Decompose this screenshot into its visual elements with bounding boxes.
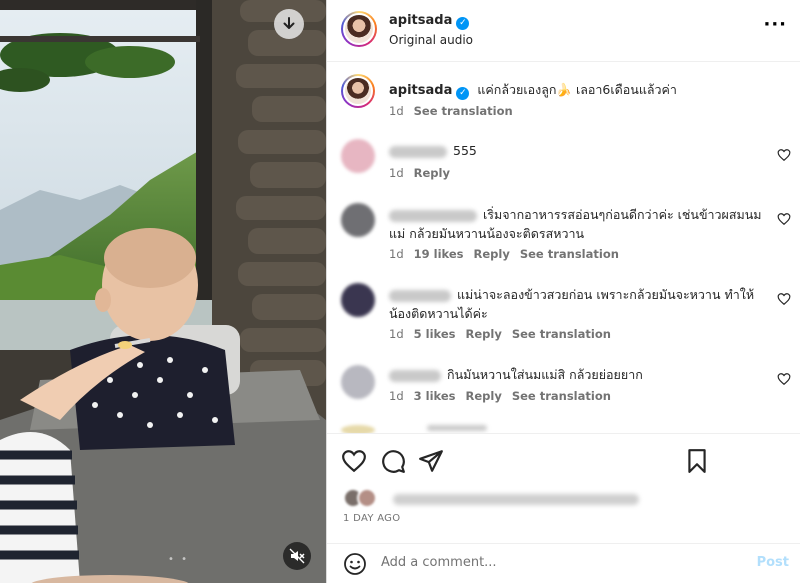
comment-text: กินมันหวานใส่นมแม่สิ กล้วยย่อยยาก [389,365,763,384]
caption-age: 1d [389,104,404,118]
commenter-avatar[interactable] [341,203,375,237]
author-avatar[interactable] [341,11,377,47]
caption-username[interactable]: apitsada [389,83,452,98]
reply-button[interactable]: Reply [474,247,510,261]
see-translation-link[interactable]: See translation [512,389,611,403]
comment-row: เริ่มจากอาหารรสอ่อนๆก่อนดีกว่าค่ะ เช่นข้… [327,201,800,263]
comment-row: กินมันหวานใส่นมแม่สิ กล้วยย่อยยาก 1d 3 li… [327,365,800,409]
comment-text: เริ่มจากอาหารรสอ่อนๆก่อนดีกว่าค่ะ เช่นข้… [389,205,763,243]
comment-age: 1d [389,166,404,180]
comment-input[interactable]: Add a comment... [381,555,497,570]
audio-link[interactable]: Original audio [389,33,473,47]
reply-button[interactable]: Reply [466,389,502,403]
see-translation-link[interactable]: See translation [414,104,513,118]
verified-badge-icon: ✓ [456,17,470,30]
caption-meta: 1d See translation [389,104,523,118]
comment-body: 555 [453,143,477,158]
action-bar: 1 DAY AGO [327,433,800,543]
caption-body: แค่กล้วยเองลูก🍌 เลอา6เดือนแล้วค่า [477,82,677,97]
comment-icon[interactable] [380,448,406,474]
more-options-icon[interactable]: ··· [763,16,787,34]
caption-avatar[interactable] [341,74,375,108]
post-sidebar: apitsada ✓ Original audio ··· apitsada ✓ แ… [326,0,800,583]
commenter-avatar[interactable] [341,283,375,317]
post-header: apitsada ✓ Original audio ··· [327,0,800,62]
share-icon[interactable] [418,448,444,474]
post-date: 1 DAY AGO [343,513,401,524]
bookmark-icon[interactable] [684,448,710,474]
emoji-icon[interactable] [343,552,367,576]
caption-text: apitsada ✓ แค่กล้วยเองลูก🍌 เลอา6เดือนแล้ว… [389,80,763,100]
add-comment-bar: Add a comment... Post [327,543,800,583]
comment-likes[interactable]: 19 likes [414,247,464,261]
comment-row: แม่น่าจะลองข้าวสวยก่อน เพราะกล้วยมันจะหว… [327,283,800,345]
comment-meta: 1d Reply [389,166,460,180]
commenter-name-blurred[interactable] [389,145,447,158]
comment-text: แม่น่าจะลองข้าวสวยก่อน เพราะกล้วยมันจะหว… [389,285,763,323]
liker-avatar [357,488,377,508]
comment-meta: 1d 5 likes Reply See translation [389,327,621,341]
like-heart-icon[interactable] [341,448,367,474]
comment-likes[interactable]: 3 likes [414,389,456,403]
see-translation-link[interactable]: See translation [520,247,619,261]
reply-button[interactable]: Reply [414,166,450,180]
download-icon [283,17,295,29]
comment-likes[interactable]: 5 likes [414,327,456,341]
post-media[interactable]: • • [0,0,326,583]
mute-toggle-button[interactable] [283,542,311,570]
comment-age: 1d [389,389,404,403]
commenter-avatar[interactable] [341,425,375,433]
commenter-name-blurred[interactable] [389,369,441,382]
comment-age: 1d [389,247,404,261]
heart-icon[interactable] [777,292,791,306]
comment-meta: 1d 19 likes Reply See translation [389,247,629,261]
verified-badge-icon: ✓ [456,87,470,100]
heart-icon[interactable] [777,212,791,226]
author-username-text[interactable]: apitsada [389,13,452,28]
comment-row-partial [327,425,800,433]
commenter-name-blurred[interactable] [389,289,451,302]
download-button[interactable] [274,9,304,39]
commenter-name-blurred[interactable] [389,209,477,222]
carousel-dots: • • [168,554,189,565]
video-frame [0,0,326,583]
comment-row: 555 1d Reply [327,137,800,187]
comment-age: 1d [389,327,404,341]
comments-list[interactable]: apitsada ✓ แค่กล้วยเองลูก🍌 เลอา6เดือนแล้ว… [327,63,800,433]
muted-speaker-icon [289,548,305,564]
comment-text: 555 [389,141,763,160]
heart-icon[interactable] [777,148,791,162]
heart-icon[interactable] [777,372,791,386]
commenter-avatar[interactable] [341,365,375,399]
post-comment-button[interactable]: Post [757,555,789,570]
comment-body: กินมันหวานใส่นมแม่สิ กล้วยย่อยยาก [447,367,643,382]
author-username[interactable]: apitsada ✓ [389,13,470,30]
commenter-avatar[interactable] [341,139,375,173]
commenter-name-blurred[interactable] [427,425,487,431]
see-translation-link[interactable]: See translation [512,327,611,341]
comment-meta: 1d 3 likes Reply See translation [389,389,621,403]
liked-by-text-blurred[interactable] [393,494,639,505]
caption-row: apitsada ✓ แค่กล้วยเองลูก🍌 เลอา6เดือนแล้ว… [327,74,800,126]
reply-button[interactable]: Reply [466,327,502,341]
